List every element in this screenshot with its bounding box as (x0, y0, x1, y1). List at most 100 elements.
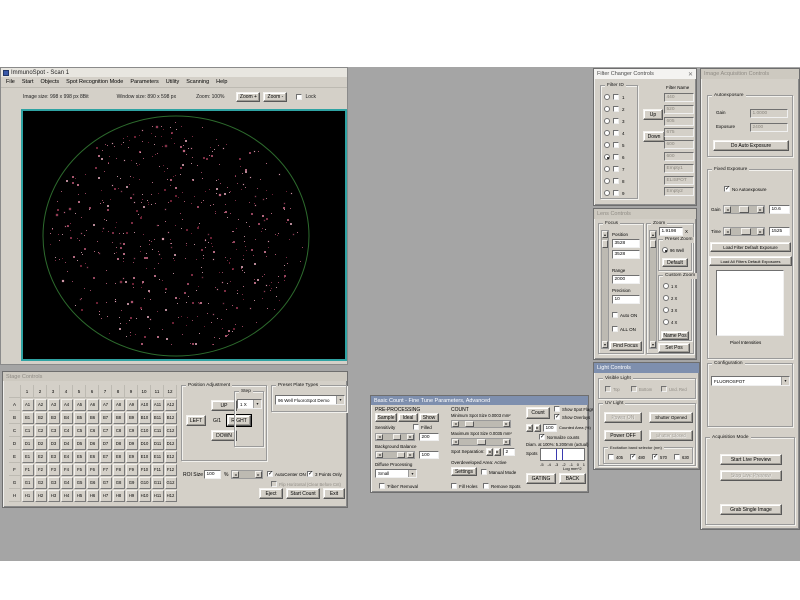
well-D9[interactable]: D9 (125, 437, 138, 450)
left-button[interactable]: LEFT (186, 415, 206, 426)
well-F10[interactable]: F10 (138, 463, 151, 476)
well-F9[interactable]: F9 (125, 463, 138, 476)
well-F6[interactable]: F6 (86, 463, 99, 476)
well-H5[interactable]: H5 (73, 489, 86, 502)
well-E9[interactable]: E9 (125, 450, 138, 463)
no-autoexposure-checkbox[interactable] (724, 186, 730, 193)
well-C8[interactable]: C8 (112, 424, 125, 437)
load-all-filters-button[interactable]: Load All Filters Default Exposures (709, 256, 792, 266)
well-E11[interactable]: E11 (151, 450, 164, 463)
counted-area-decrement-icon[interactable]: ◄ (526, 424, 533, 432)
well-D11[interactable]: D11 (151, 437, 164, 450)
well-A6[interactable]: A6 (86, 398, 99, 411)
well-D7[interactable]: D7 (99, 437, 112, 450)
well-G8[interactable]: G8 (112, 476, 125, 489)
position-field-1[interactable]: 3528 (612, 239, 640, 248)
manual-mode-checkbox[interactable] (481, 469, 487, 475)
name-pos-button[interactable]: Name Pos (661, 331, 689, 340)
filter-radio-1[interactable] (604, 94, 610, 100)
well-G6[interactable]: G6 (86, 476, 99, 489)
well-G9[interactable]: G9 (125, 476, 138, 489)
filter-radio-5[interactable] (604, 142, 610, 148)
scroll-left-icon[interactable]: ◄ (376, 434, 383, 440)
well-A12[interactable]: A12 (164, 398, 177, 411)
well-B11[interactable]: B11 (151, 411, 164, 424)
menu-objects[interactable]: Objects (41, 79, 60, 85)
scroll-right-icon[interactable]: ► (757, 228, 764, 235)
all-on-checkbox[interactable] (612, 326, 618, 332)
chevron-down-icon[interactable]: ▼ (336, 396, 344, 404)
well-image-view[interactable] (21, 109, 347, 361)
well-F2[interactable]: F2 (34, 463, 47, 476)
well-D6[interactable]: D6 (86, 437, 99, 450)
scroll-left-icon[interactable]: ◄ (232, 471, 239, 478)
well-H9[interactable]: H9 (125, 489, 138, 502)
well-D4[interactable]: D4 (60, 437, 73, 450)
separation-decrement-icon[interactable]: ◄ (486, 448, 493, 456)
remove-spots-checkbox[interactable] (483, 483, 489, 489)
spot-separation-field[interactable]: 2 (503, 448, 515, 456)
background-field[interactable]: 100 (419, 451, 439, 459)
configuration-dropdown[interactable]: FLUOROSPOT ▼ (711, 376, 790, 386)
custom-zoom-radio-2[interactable] (663, 295, 669, 301)
well-A11[interactable]: A11 (151, 398, 164, 411)
well-F5[interactable]: F5 (73, 463, 86, 476)
scroll-down-icon[interactable]: ▼ (602, 341, 608, 348)
scroll-right-icon[interactable]: ► (407, 452, 414, 458)
well-D5[interactable]: D5 (73, 437, 86, 450)
chevron-down-icon[interactable]: ▼ (408, 470, 416, 477)
shutter-opened-button[interactable]: Shutter Opened (649, 412, 693, 423)
menu-file[interactable]: File (6, 79, 15, 85)
well-C1[interactable]: C1 (21, 424, 34, 437)
filter-checkbox-8[interactable] (613, 178, 619, 184)
well-C2[interactable]: C2 (34, 424, 47, 437)
fixed-time-field[interactable]: 1525 (769, 227, 790, 236)
well-B12[interactable]: B12 (164, 411, 177, 424)
well-G7[interactable]: G7 (99, 476, 112, 489)
start-count-button[interactable]: Start Count (286, 488, 320, 499)
counted-area-field[interactable]: 100 (543, 424, 557, 432)
well-H7[interactable]: H7 (99, 489, 112, 502)
well-D3[interactable]: D3 (47, 437, 60, 450)
precision-field[interactable]: 10 (612, 295, 640, 304)
grab-single-image-button[interactable]: Grab Single Image (720, 504, 782, 515)
well-B6[interactable]: B6 (86, 411, 99, 424)
step-dropdown[interactable]: 1 X ▼ (237, 399, 262, 409)
well-D1[interactable]: D1 (21, 437, 34, 450)
autocenter-checkbox[interactable] (267, 471, 273, 478)
well-A5[interactable]: A5 (73, 398, 86, 411)
filter-checkbox-9[interactable] (613, 190, 619, 196)
min-spot-scrollbar[interactable]: ◄ ► (451, 420, 511, 428)
well-B1[interactable]: B1 (21, 411, 34, 424)
well-E2[interactable]: E2 (34, 450, 47, 463)
well-A3[interactable]: A3 (47, 398, 60, 411)
band-checkbox-480[interactable] (630, 454, 636, 461)
filter-radio-2[interactable] (604, 106, 610, 112)
eject-button[interactable]: Eject (259, 488, 283, 499)
filter-checkbox-1[interactable] (613, 94, 619, 100)
well-F4[interactable]: F4 (60, 463, 73, 476)
well-C12[interactable]: C12 (164, 424, 177, 437)
well-G10[interactable]: G10 (138, 476, 151, 489)
filter-radio-4[interactable] (604, 130, 610, 136)
well-H10[interactable]: H10 (138, 489, 151, 502)
well-B4[interactable]: B4 (60, 411, 73, 424)
well-G5[interactable]: G5 (73, 476, 86, 489)
well-F11[interactable]: F11 (151, 463, 164, 476)
counted-area-increment-icon[interactable]: ► (534, 424, 541, 432)
well-D8[interactable]: D8 (112, 437, 125, 450)
scroll-left-icon[interactable]: ◄ (724, 228, 731, 235)
zoom-in-button[interactable]: Zoom + (236, 91, 261, 102)
start-live-preview-button[interactable]: Start Live Preview (720, 454, 782, 465)
well-F3[interactable]: F3 (47, 463, 60, 476)
well-C3[interactable]: C3 (47, 424, 60, 437)
well-A2[interactable]: A2 (34, 398, 47, 411)
well-A4[interactable]: A4 (60, 398, 73, 411)
well-A8[interactable]: A8 (112, 398, 125, 411)
well-C5[interactable]: C5 (73, 424, 86, 437)
well-B9[interactable]: B9 (125, 411, 138, 424)
well-C4[interactable]: C4 (60, 424, 73, 437)
well-E4[interactable]: E4 (60, 450, 73, 463)
well-E3[interactable]: E3 (47, 450, 60, 463)
well-G12[interactable]: G12 (164, 476, 177, 489)
